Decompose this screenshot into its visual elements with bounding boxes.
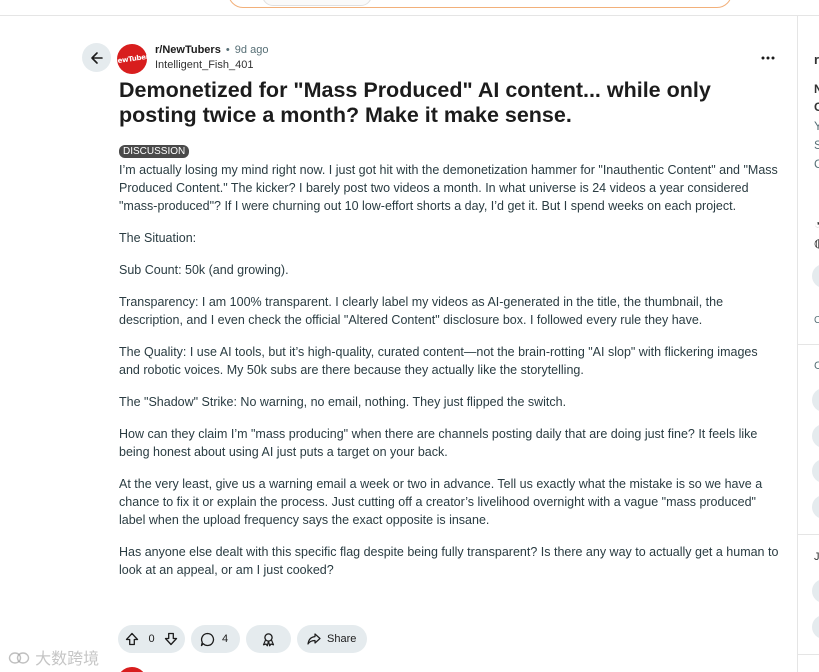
body-paragraph: At the very least, give us a warning ema…	[119, 477, 763, 527]
sidebar-fragment: C	[814, 360, 819, 372]
post-body: I’m actually losing my mind right now. I…	[119, 161, 779, 593]
subreddit-name[interactable]: r/NewTubers	[155, 44, 221, 56]
sidebar-separator	[798, 534, 819, 535]
vote-control: 0	[118, 625, 185, 653]
sidebar-community-icon[interactable]	[812, 388, 819, 412]
meta-separator: •	[225, 44, 230, 56]
watermark-text: 大数跨境	[35, 649, 100, 668]
downvote-icon	[164, 632, 178, 646]
post-meta: r/NewTubers • 9d ago	[155, 44, 268, 58]
upvote-icon	[125, 632, 139, 646]
sidebar-fragment: S	[814, 138, 819, 152]
award-button[interactable]	[246, 625, 291, 653]
sidebar-fragment: Jo	[814, 551, 819, 563]
body-paragraph: The "Shadow" Strike: No warning, no emai…	[119, 395, 567, 409]
share-button[interactable]: Share	[297, 625, 367, 653]
sidebar-separator	[798, 654, 819, 655]
post-actions: 0 4 Share	[118, 625, 367, 653]
arrow-left-icon	[90, 51, 103, 64]
sidebar-fragment: C	[814, 157, 819, 171]
sidebar-fragment: N	[814, 82, 819, 96]
more-options-button[interactable]	[756, 48, 780, 68]
body-paragraph: The Situation:	[119, 231, 197, 245]
top-bar	[0, 0, 819, 16]
sidebar-icon: ◍	[814, 236, 819, 250]
sidebar-community-icon[interactable]	[812, 495, 819, 519]
vote-count: 0	[148, 633, 155, 645]
post-title: Demonetized for "Mass Produced" AI conte…	[119, 78, 711, 127]
sidebar-separator	[798, 344, 819, 345]
comment-icon	[200, 632, 215, 646]
sidebar-community-icon[interactable]	[812, 424, 819, 448]
sidebar-community-icon[interactable]	[812, 615, 819, 639]
watermark: 大数跨境	[8, 645, 99, 669]
sidebar-community-icon[interactable]	[812, 579, 819, 603]
share-icon	[307, 633, 321, 645]
comments-button[interactable]: 4	[191, 625, 240, 653]
right-sidebar: r N C Y S C ◔ ◍ C C Jo	[798, 16, 819, 672]
upvote-button[interactable]	[125, 632, 139, 646]
body-paragraph: Sub Count: 50k (and growing).	[119, 263, 289, 277]
avatar-logo-text: NewTubers	[117, 52, 147, 66]
comment-avatar[interactable]	[117, 667, 147, 672]
sidebar-icon: ◔	[814, 217, 819, 231]
sidebar-button[interactable]	[812, 264, 819, 288]
more-horizontal-icon	[761, 56, 775, 60]
share-label: Share	[327, 633, 357, 645]
post-flair[interactable]: DISCUSSION	[119, 145, 190, 158]
body-paragraph: Has anyone else dealt with this specific…	[119, 545, 779, 577]
subreddit-avatar[interactable]: NewTubers	[117, 44, 147, 74]
post-time: 9d ago	[234, 44, 269, 56]
sidebar-fragment: Y	[814, 119, 819, 133]
watermark-logo-icon	[8, 652, 30, 664]
sidebar-fragment: C	[814, 315, 819, 326]
search-chip[interactable]	[262, 0, 372, 6]
author-name[interactable]: Intelligent_Fish_401	[155, 59, 253, 71]
sidebar-community-icon[interactable]	[812, 459, 819, 483]
comment-count: 4	[222, 633, 229, 645]
sidebar-fragment: C	[814, 100, 819, 114]
sidebar-fragment: r	[814, 52, 819, 67]
back-button[interactable]	[82, 43, 111, 72]
body-paragraph: How can they claim I’m "mass producing" …	[119, 427, 758, 459]
downvote-button[interactable]	[164, 632, 178, 646]
body-paragraph: The Quality: I use AI tools, but it’s hi…	[119, 345, 758, 377]
body-paragraph: Transparency: I am 100% transparent. I c…	[119, 295, 724, 327]
body-paragraph: I’m actually losing my mind right now. I…	[119, 163, 778, 213]
award-icon	[262, 632, 275, 646]
